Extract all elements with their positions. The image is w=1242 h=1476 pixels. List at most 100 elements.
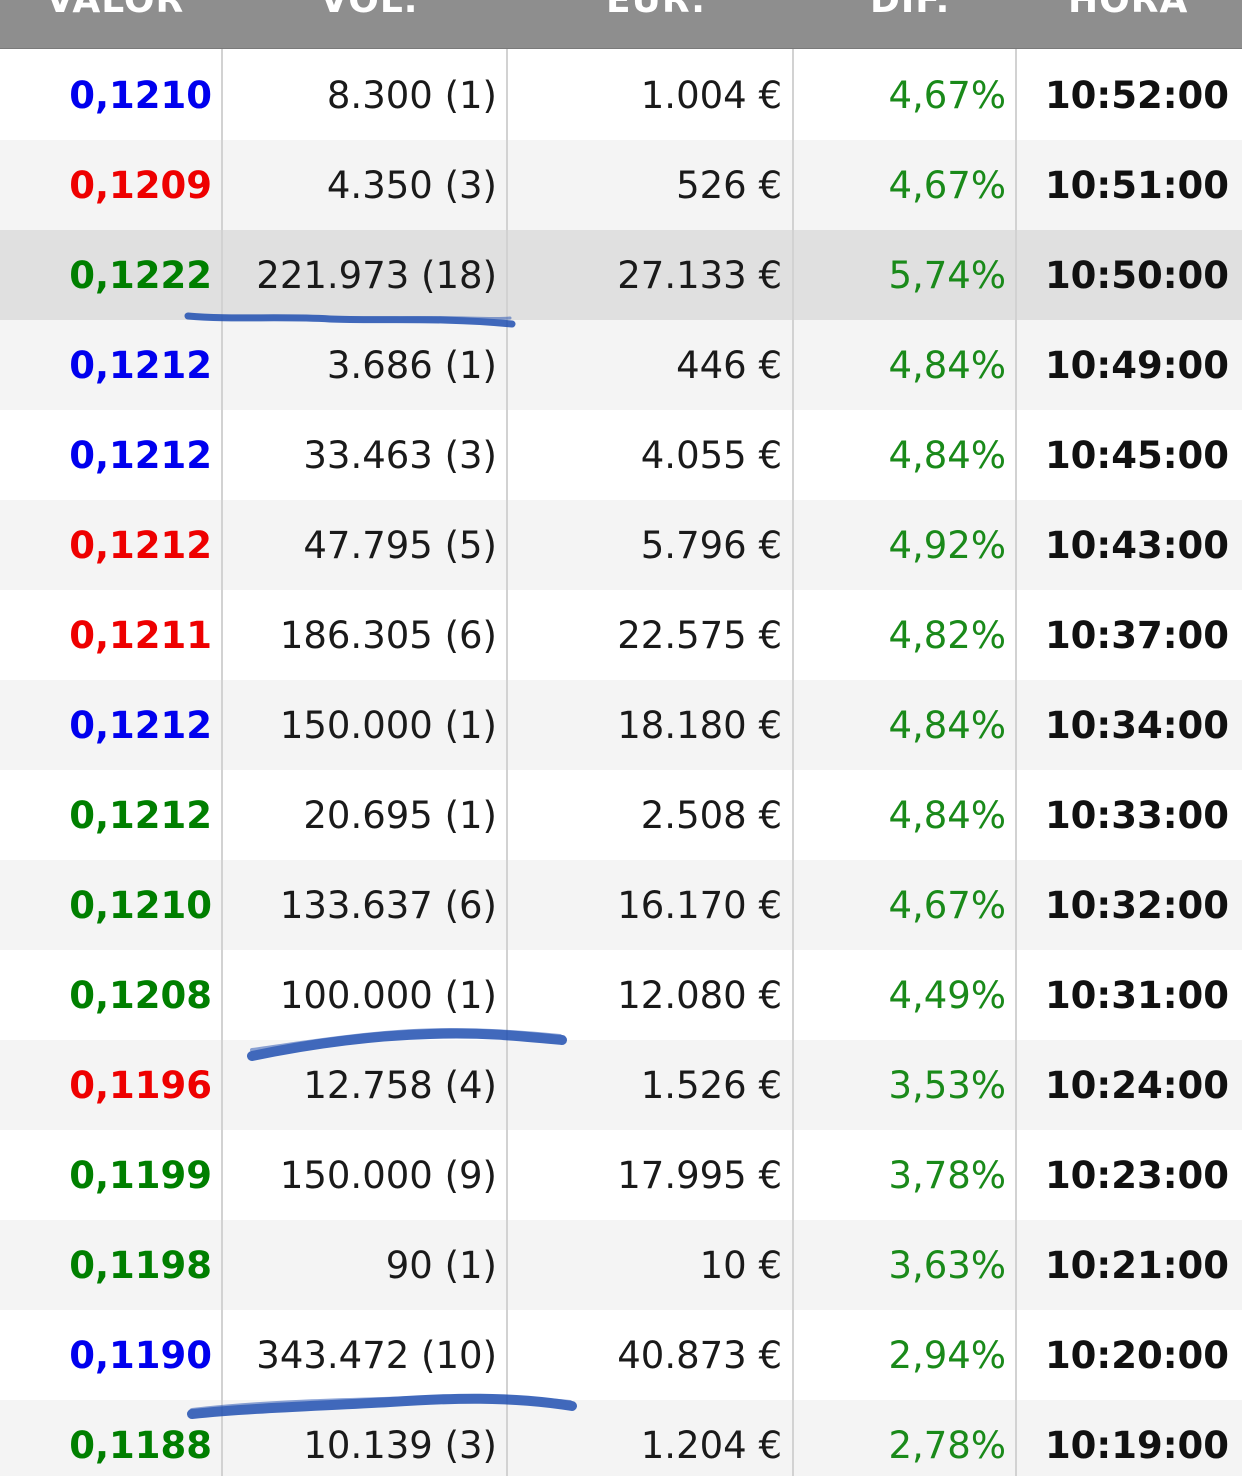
dif-cell: 2,78% bbox=[888, 1424, 1006, 1467]
volume-cell: 186.305 (6) bbox=[279, 614, 497, 657]
table-header: VALOR VOL. EUR. DIF. HORA bbox=[0, 0, 1242, 49]
dif-cell: 3,53% bbox=[888, 1064, 1006, 1107]
table-row[interactable]: 0,1196 12.758 (4) 1.526 € 3,53% 10:24:00 bbox=[0, 1040, 1242, 1130]
table-row[interactable]: 0,1209 4.350 (3) 526 € 4,67% 10:51:00 bbox=[0, 140, 1242, 230]
hora-cell: 10:50:00 bbox=[1044, 254, 1229, 297]
volume-cell: 8.300 (1) bbox=[326, 74, 497, 117]
euro-cell: 4.055 € bbox=[640, 434, 782, 477]
euro-cell: 10 € bbox=[699, 1244, 782, 1287]
valor-cell: 0,1222 bbox=[69, 254, 212, 297]
euro-cell: 27.133 € bbox=[617, 254, 782, 297]
euro-cell: 22.575 € bbox=[617, 614, 782, 657]
hora-cell: 10:33:00 bbox=[1044, 794, 1229, 837]
euro-cell: 1.004 € bbox=[640, 74, 782, 117]
valor-cell: 0,1196 bbox=[69, 1064, 212, 1107]
euro-cell: 16.170 € bbox=[617, 884, 782, 927]
hora-cell: 10:34:00 bbox=[1044, 704, 1229, 747]
hora-cell: 10:32:00 bbox=[1044, 884, 1229, 927]
valor-cell: 0,1208 bbox=[69, 974, 212, 1017]
dif-cell: 4,84% bbox=[888, 344, 1006, 387]
table-row[interactable]: 0,1212 150.000 (1) 18.180 € 4,84% 10:34:00 bbox=[0, 680, 1242, 770]
valor-cell: 0,1212 bbox=[69, 434, 212, 477]
valor-cell: 0,1188 bbox=[69, 1424, 212, 1467]
dif-cell: 4,92% bbox=[888, 524, 1006, 567]
valor-cell: 0,1212 bbox=[69, 794, 212, 837]
dif-cell: 4,84% bbox=[888, 434, 1006, 477]
table-row[interactable]: 0,1190 343.472 (10) 40.873 € 2,94% 10:20:00 bbox=[0, 1310, 1242, 1400]
volume-cell: 343.472 (10) bbox=[256, 1334, 497, 1377]
volume-cell: 150.000 (1) bbox=[279, 704, 497, 747]
euro-cell: 17.995 € bbox=[617, 1154, 782, 1197]
hora-cell: 10:43:00 bbox=[1044, 524, 1229, 567]
volume-cell: 47.795 (5) bbox=[303, 524, 497, 567]
valor-cell: 0,1212 bbox=[69, 344, 212, 387]
dif-cell: 4,67% bbox=[888, 884, 1006, 927]
valor-cell: 0,1212 bbox=[69, 524, 212, 567]
hora-cell: 10:20:00 bbox=[1044, 1334, 1229, 1377]
euro-cell: 18.180 € bbox=[617, 704, 782, 747]
column-divider bbox=[506, 0, 508, 1476]
column-divider bbox=[1015, 0, 1017, 1476]
volume-cell: 10.139 (3) bbox=[303, 1424, 497, 1467]
euro-cell: 5.796 € bbox=[640, 524, 782, 567]
column-divider bbox=[792, 0, 794, 1476]
table-row[interactable]: 0,1188 10.139 (3) 1.204 € 2,78% 10:19:00 bbox=[0, 1400, 1242, 1476]
header-dif[interactable]: DIF. bbox=[870, 0, 950, 26]
valor-cell: 0,1211 bbox=[69, 614, 212, 657]
dif-cell: 4,49% bbox=[888, 974, 1006, 1017]
table-row[interactable]: 0,1210 8.300 (1) 1.004 € 4,67% 10:52:00 bbox=[0, 50, 1242, 140]
euro-cell: 526 € bbox=[676, 164, 782, 207]
hora-cell: 10:31:00 bbox=[1044, 974, 1229, 1017]
table-row[interactable]: 0,1211 186.305 (6) 22.575 € 4,82% 10:37:00 bbox=[0, 590, 1242, 680]
euro-cell: 2.508 € bbox=[640, 794, 782, 837]
dif-cell: 3,63% bbox=[888, 1244, 1006, 1287]
column-divider bbox=[221, 0, 223, 1476]
valor-cell: 0,1209 bbox=[69, 164, 212, 207]
euro-cell: 1.204 € bbox=[640, 1424, 782, 1467]
table-row[interactable]: 0,1198 90 (1) 10 € 3,63% 10:21:00 bbox=[0, 1220, 1242, 1310]
volume-cell: 33.463 (3) bbox=[303, 434, 497, 477]
volume-cell: 90 (1) bbox=[385, 1244, 497, 1287]
table-row[interactable]: 0,1208 100.000 (1) 12.080 € 4,49% 10:31:00 bbox=[0, 950, 1242, 1040]
table-row[interactable]: 0,1222 221.973 (18) 27.133 € 5,74% 10:50:00 bbox=[0, 230, 1242, 320]
euro-cell: 1.526 € bbox=[640, 1064, 782, 1107]
euro-cell: 446 € bbox=[676, 344, 782, 387]
valor-cell: 0,1198 bbox=[69, 1244, 212, 1287]
header-valor[interactable]: VALOR bbox=[46, 0, 184, 26]
table-row[interactable]: 0,1212 3.686 (1) 446 € 4,84% 10:49:00 bbox=[0, 320, 1242, 410]
valor-cell: 0,1190 bbox=[69, 1334, 212, 1377]
dif-cell: 4,67% bbox=[888, 164, 1006, 207]
table-row[interactable]: 0,1210 133.637 (6) 16.170 € 4,67% 10:32:00 bbox=[0, 860, 1242, 950]
header-hora[interactable]: HORA bbox=[1068, 0, 1188, 26]
dif-cell: 4,84% bbox=[888, 704, 1006, 747]
hora-cell: 10:21:00 bbox=[1044, 1244, 1229, 1287]
hora-cell: 10:52:00 bbox=[1044, 74, 1229, 117]
volume-cell: 12.758 (4) bbox=[303, 1064, 497, 1107]
volume-cell: 100.000 (1) bbox=[279, 974, 497, 1017]
table-row[interactable]: 0,1199 150.000 (9) 17.995 € 3,78% 10:23:00 bbox=[0, 1130, 1242, 1220]
hora-cell: 10:23:00 bbox=[1044, 1154, 1229, 1197]
hora-cell: 10:49:00 bbox=[1044, 344, 1229, 387]
volume-cell: 4.350 (3) bbox=[326, 164, 497, 207]
dif-cell: 5,74% bbox=[888, 254, 1006, 297]
valor-cell: 0,1199 bbox=[69, 1154, 212, 1197]
header-vol[interactable]: VOL. bbox=[320, 0, 418, 26]
hora-cell: 10:19:00 bbox=[1044, 1424, 1229, 1467]
volume-cell: 133.637 (6) bbox=[279, 884, 497, 927]
dif-cell: 4,82% bbox=[888, 614, 1006, 657]
header-eur[interactable]: EUR. bbox=[606, 0, 706, 26]
table-row[interactable]: 0,1212 33.463 (3) 4.055 € 4,84% 10:45:00 bbox=[0, 410, 1242, 500]
table-row[interactable]: 0,1212 47.795 (5) 5.796 € 4,92% 10:43:00 bbox=[0, 500, 1242, 590]
dif-cell: 4,84% bbox=[888, 794, 1006, 837]
volume-cell: 221.973 (18) bbox=[256, 254, 497, 297]
hora-cell: 10:24:00 bbox=[1044, 1064, 1229, 1107]
valor-cell: 0,1210 bbox=[69, 74, 212, 117]
volume-cell: 150.000 (9) bbox=[279, 1154, 497, 1197]
hora-cell: 10:51:00 bbox=[1044, 164, 1229, 207]
trades-table: VALOR VOL. EUR. DIF. HORA 0,1210 8.300 (1… bbox=[0, 0, 1242, 1476]
dif-cell: 4,67% bbox=[888, 74, 1006, 117]
table-row[interactable]: 0,1212 20.695 (1) 2.508 € 4,84% 10:33:00 bbox=[0, 770, 1242, 860]
hora-cell: 10:45:00 bbox=[1044, 434, 1229, 477]
volume-cell: 3.686 (1) bbox=[326, 344, 497, 387]
hora-cell: 10:37:00 bbox=[1044, 614, 1229, 657]
